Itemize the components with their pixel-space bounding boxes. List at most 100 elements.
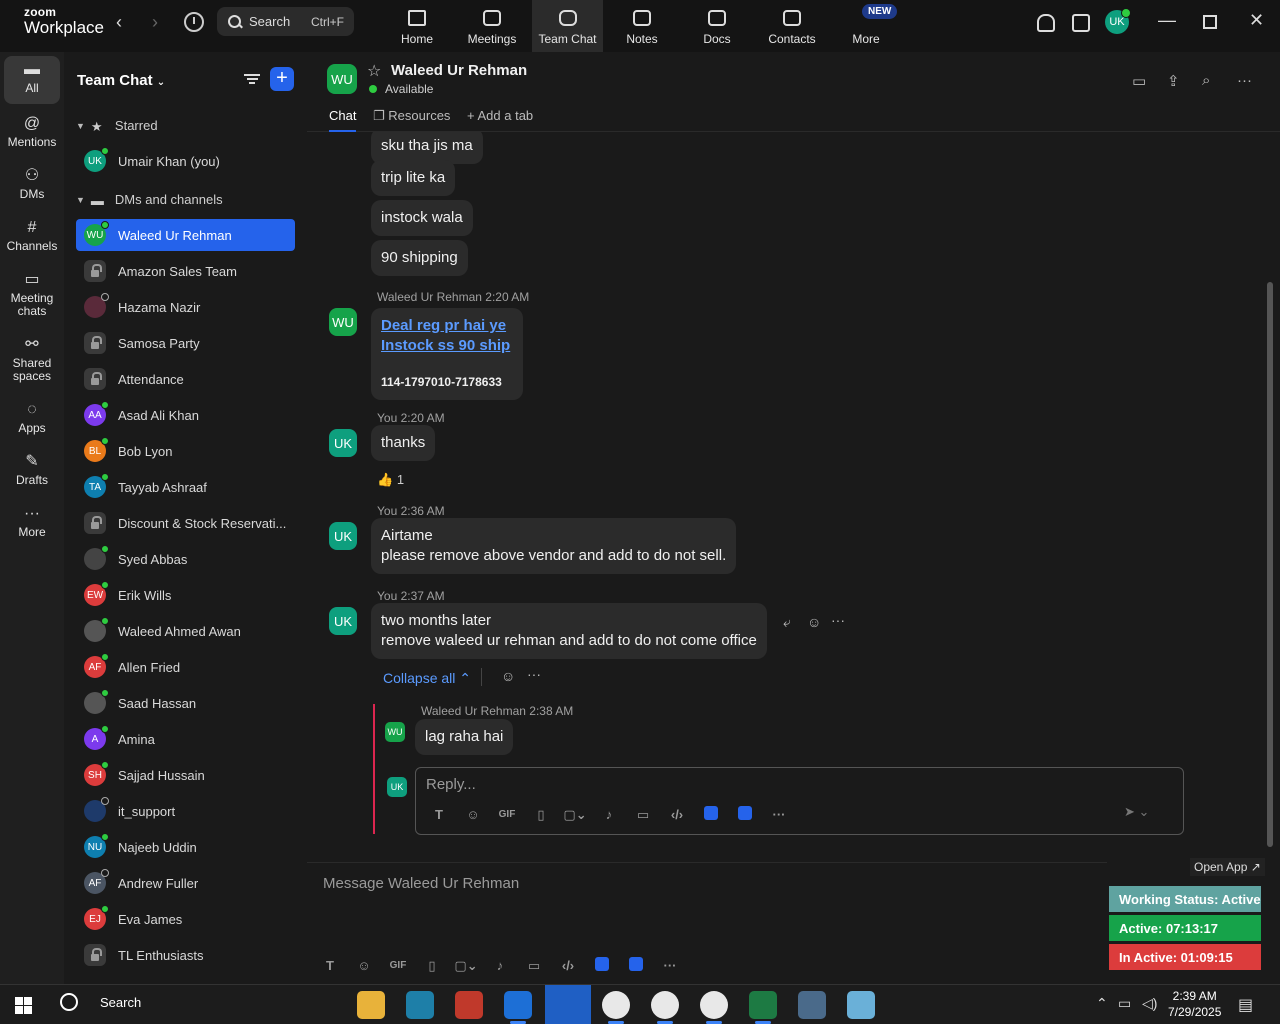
calendar-icon[interactable] (1072, 14, 1090, 32)
app-icon[interactable] (585, 957, 619, 974)
app-icon[interactable] (619, 957, 653, 974)
volume-icon[interactable]: ◁) (1142, 995, 1157, 1012)
tab-add[interactable]: + Add a tab (467, 108, 533, 123)
compose-box[interactable]: Message Waleed Ur Rehman T ☺ GIF ▯ ▢⌄ ♪ … (307, 862, 1107, 984)
forward-arrow-icon[interactable]: › (152, 12, 158, 33)
screenshot-icon[interactable]: ▢⌄ (558, 807, 592, 823)
new-chat-button[interactable]: + (270, 67, 294, 91)
rail-dms[interactable]: ⚇ DMs (4, 162, 60, 201)
favorite-star-icon[interactable]: ☆ (367, 61, 381, 81)
filter-icon[interactable] (244, 72, 260, 86)
sidebar-item[interactable]: AA Asad Ali Khan (76, 399, 295, 431)
code-icon[interactable]: ‹/› (551, 958, 585, 973)
reply-thread-icon[interactable]: ⤶ (783, 614, 791, 631)
sidebar-item[interactable]: Syed Abbas (76, 543, 295, 575)
share-screen-icon[interactable]: ⇪ (1167, 72, 1180, 90)
notifications-icon[interactable]: ▤ (1238, 995, 1253, 1015)
message-avatar[interactable]: WU (329, 308, 357, 336)
reply-input[interactable]: Reply... T ☺ GIF ▯ ▢⌄ ♪ ▭ ‹/› ··· ➤ ⌄ (415, 767, 1184, 835)
screenshot-icon[interactable]: ▢⌄ (449, 958, 483, 974)
more-actions-icon[interactable]: ··· (527, 666, 541, 682)
emoji-icon[interactable]: ☺ (456, 807, 490, 822)
sidebar-item[interactable]: Attendance (76, 363, 295, 395)
text-format-icon[interactable]: T (313, 958, 347, 973)
message-avatar[interactable]: UK (329, 429, 357, 457)
app-icon[interactable] (847, 991, 875, 1019)
sidebar-item[interactable]: BL Bob Lyon (76, 435, 295, 467)
sidebar-item[interactable]: Waleed Ahmed Awan (76, 615, 295, 647)
tab-contacts[interactable]: Contacts (762, 0, 822, 52)
rail-meeting-chats[interactable]: ▭ Meeting chats (4, 266, 60, 318)
sidebar-title[interactable]: Team Chat ⌄ (77, 72, 165, 89)
tray-chevron-icon[interactable]: ⌃ (1096, 995, 1108, 1012)
rail-mentions[interactable]: @ Mentions (4, 110, 60, 149)
sidebar-item[interactable]: Hazama Nazir (76, 291, 295, 323)
open-app-button[interactable]: Open App ↗ (1190, 858, 1265, 876)
chrome-icon[interactable] (700, 991, 728, 1024)
app-icon[interactable] (406, 991, 434, 1019)
code-icon[interactable]: ‹/› (660, 807, 694, 822)
sidebar-item[interactable]: Amazon Sales Team (76, 255, 295, 287)
send-icon[interactable]: ➤ ⌄ (1124, 804, 1149, 820)
chat-avatar[interactable]: WU (327, 64, 357, 94)
emoji-icon[interactable]: ☺ (347, 958, 381, 973)
rail-shared-spaces[interactable]: ⚯ Shared spaces (4, 331, 60, 383)
back-arrow-icon[interactable]: ‹ (116, 12, 122, 33)
rail-drafts[interactable]: ✎ Drafts (4, 448, 60, 487)
sidebar-item[interactable]: WU Waleed Ur Rehman (76, 219, 295, 251)
chrome-icon[interactable] (651, 991, 679, 1024)
more-icon[interactable]: ··· (762, 807, 796, 822)
rail-more[interactable]: ··· More (4, 500, 60, 539)
chrome-icon[interactable] (602, 991, 630, 1024)
close-icon[interactable]: ✕ (1249, 10, 1264, 31)
reply-avatar[interactable]: WU (385, 722, 405, 742)
app-icon[interactable] (694, 806, 728, 823)
sidebar-item[interactable]: AF Andrew Fuller (76, 867, 295, 899)
mic-icon[interactable]: ♪ (483, 958, 517, 973)
tab-team-chat[interactable]: Team Chat (532, 0, 603, 52)
outlook-icon[interactable] (504, 991, 532, 1024)
excel-icon[interactable] (749, 991, 777, 1024)
text-format-icon[interactable]: T (422, 807, 456, 822)
tab-meetings[interactable]: Meetings (462, 0, 522, 52)
reaction-chip[interactable]: 👍 1 (377, 472, 404, 488)
collapse-all-button[interactable]: Collapse all ⌃ (383, 670, 471, 687)
emoji-reaction-icon[interactable]: ☺ (501, 668, 515, 684)
sidebar-item[interactable]: NU Najeeb Uddin (76, 831, 295, 863)
taskbar-search[interactable]: Search (60, 993, 141, 1011)
emoji-reaction-icon[interactable]: ☺ (807, 614, 821, 630)
sidebar-item[interactable]: Discount & Stock Reservati... (76, 507, 295, 539)
bell-icon[interactable] (1037, 14, 1055, 32)
filezilla-icon[interactable] (455, 991, 483, 1019)
rail-channels[interactable]: # Channels (4, 214, 60, 253)
video-message-icon[interactable]: ▭ (517, 958, 551, 974)
sidebar-item[interactable]: Saad Hassan (76, 687, 295, 719)
sidebar-item[interactable]: EW Erik Wills (76, 579, 295, 611)
calculator-icon[interactable] (798, 991, 826, 1019)
message-scrollbar[interactable] (1267, 282, 1273, 847)
app-icon[interactable] (728, 806, 762, 823)
tab-home[interactable]: Home (387, 0, 447, 52)
zoom-taskbar-icon[interactable] (545, 985, 591, 1024)
message-avatar[interactable]: UK (329, 607, 357, 635)
video-message-icon[interactable]: ▭ (626, 807, 660, 823)
search-box[interactable]: Search Ctrl+F (217, 7, 354, 36)
tab-notes[interactable]: Notes (612, 0, 672, 52)
sidebar-item[interactable]: A Amina (76, 723, 295, 755)
sidebar-item[interactable]: TL Enthusiasts (76, 939, 295, 971)
dms-section[interactable]: ▼ ▬ DMs and channels (76, 192, 223, 208)
search-chat-icon[interactable]: ⌕ (1202, 72, 1210, 89)
sidebar-item[interactable]: Samosa Party (76, 327, 295, 359)
file-explorer-icon[interactable] (357, 991, 385, 1019)
taskbar-clock[interactable]: 2:39 AM 7/29/2025 (1168, 988, 1221, 1020)
minimize-icon[interactable]: — (1158, 10, 1176, 31)
more-actions-icon[interactable]: ··· (831, 612, 845, 628)
tab-chat[interactable]: Chat (329, 108, 357, 132)
video-call-icon[interactable]: ▭ (1132, 72, 1146, 90)
file-icon[interactable]: ▯ (524, 807, 558, 823)
user-avatar[interactable]: UK (1105, 8, 1131, 34)
message-link[interactable]: Deal reg pr hai ye (381, 316, 513, 336)
starred-section[interactable]: ▼ ★ Starred (76, 118, 158, 134)
message-avatar[interactable]: UK (329, 522, 357, 550)
file-icon[interactable]: ▯ (415, 958, 449, 974)
